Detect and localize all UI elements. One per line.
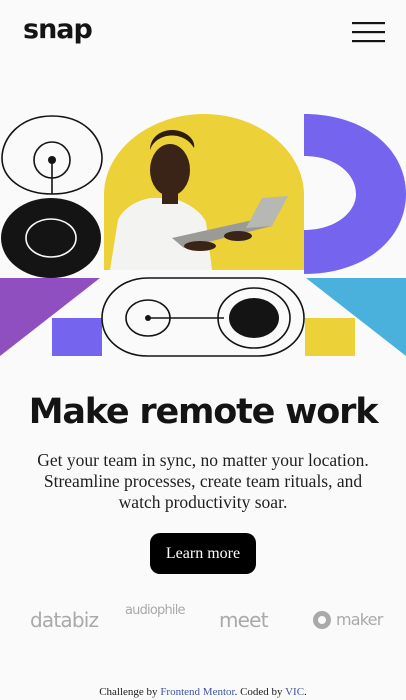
meet-logo: meet [219, 600, 281, 640]
person-with-laptop-image [104, 114, 304, 270]
footer-suffix: . [304, 686, 307, 698]
client-name: databiz [30, 608, 99, 632]
footer-middle: . Coded by [234, 686, 286, 698]
hero-description: Get your team in sync, no matter your lo… [37, 450, 369, 512]
page-title: Make remote work [28, 392, 379, 432]
client-logos: databiz audiophile meet maker [0, 600, 406, 640]
header: snap [0, 0, 406, 70]
black-circle-shape [1, 198, 101, 278]
purple-square-shape [52, 318, 102, 356]
pill-outline-shape [101, 277, 305, 357]
yellow-square-shape [305, 318, 355, 356]
databiz-logo: databiz [30, 600, 99, 640]
client-name: maker [336, 610, 383, 629]
purple-half-ring-shape [304, 114, 406, 274]
client-name: audiophile [125, 603, 186, 618]
learn-more-button[interactable]: Learn more [150, 533, 256, 574]
maker-mark-icon [313, 611, 331, 629]
audiophile-logo: audiophile [125, 600, 191, 640]
hero-illustration [0, 110, 406, 360]
author-link[interactable]: VIC [285, 686, 304, 698]
outline-rounded-shape [1, 115, 103, 195]
footer-prefix: Challenge by [99, 686, 161, 698]
attribution: Challenge by Frontend Mentor. Coded by V… [0, 686, 406, 698]
maker-logo: maker [312, 600, 383, 640]
hamburger-menu-icon[interactable] [352, 22, 388, 44]
frontend-mentor-link[interactable]: Frontend Mentor [160, 686, 234, 698]
client-name: meet [219, 608, 269, 632]
logo[interactable]: snap [23, 14, 93, 45]
